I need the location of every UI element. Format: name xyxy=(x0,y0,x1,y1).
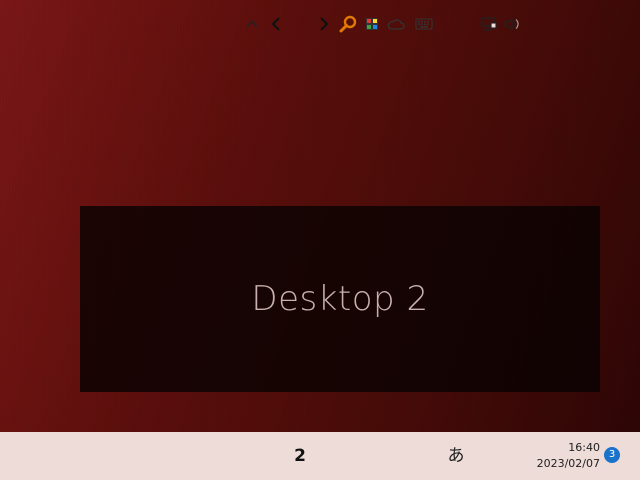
network-tray-button[interactable] xyxy=(477,0,499,48)
onedrive-tray-button[interactable] xyxy=(385,0,407,48)
ime-mode-indicator[interactable]: あ xyxy=(445,444,467,468)
search-magnifier-icon xyxy=(339,15,357,33)
taskbar-clock[interactable]: 16:40 2023/02/07 xyxy=(530,440,600,472)
clock-time: 16:40 xyxy=(568,441,600,454)
touch-keyboard-button[interactable] xyxy=(413,0,435,48)
network-icon xyxy=(481,17,497,31)
notification-count-badge[interactable]: 3 xyxy=(604,447,620,463)
volume-tray-button[interactable] xyxy=(501,0,523,48)
chevron-up-icon xyxy=(246,19,258,28)
chevron-left-icon xyxy=(271,17,280,31)
search-tray-button[interactable] xyxy=(337,0,359,48)
show-hidden-icons-button[interactable] xyxy=(242,0,262,48)
current-desktop-number[interactable]: 2 xyxy=(290,444,310,468)
keyboard-icon xyxy=(415,18,433,30)
volume-icon xyxy=(504,17,519,31)
palette-tray-button[interactable] xyxy=(361,0,383,48)
clock-date: 2023/02/07 xyxy=(536,457,600,470)
color-palette-icon xyxy=(366,18,378,30)
desktop-name-label: Desktop 2 xyxy=(251,279,429,319)
chevron-right-icon xyxy=(320,17,329,31)
next-desktop-button[interactable] xyxy=(314,0,334,48)
previous-desktop-button[interactable] xyxy=(266,0,286,48)
onedrive-cloud-icon xyxy=(387,19,405,30)
desktop-switch-overlay: Desktop 2 xyxy=(80,206,600,392)
